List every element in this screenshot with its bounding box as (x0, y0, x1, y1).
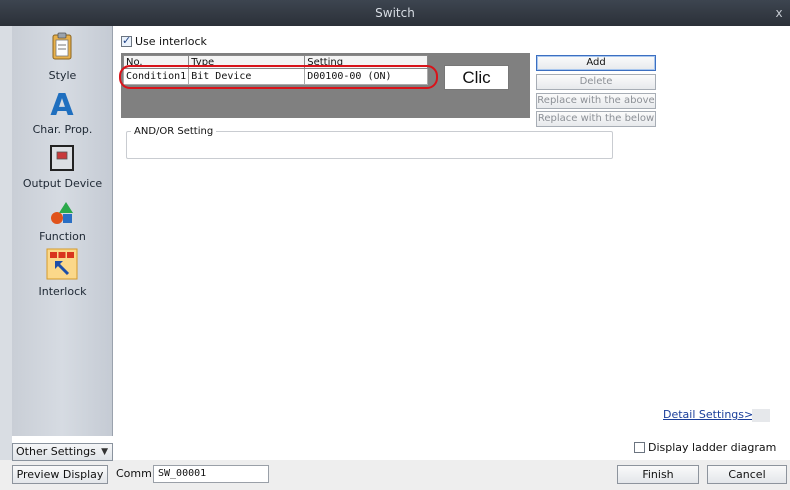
finish-button[interactable]: Finish (617, 465, 699, 484)
shapes-icon (51, 202, 73, 224)
detail-settings-pad (752, 409, 770, 422)
use-interlock-label: Use interlock (135, 35, 207, 48)
click-annotation: Clic (444, 65, 509, 90)
comm-label: Comm (116, 467, 152, 480)
sidebar-item-label: Interlock (38, 285, 87, 298)
sidebar-item-style[interactable]: Style (12, 30, 113, 88)
letter-a-icon: A (50, 88, 74, 120)
display-ladder-checkbox[interactable] (634, 442, 645, 453)
cancel-button[interactable]: Cancel (707, 465, 787, 484)
replace-above-button[interactable]: Replace with the above (536, 93, 656, 109)
sidebar-item-output-device[interactable]: Output Device (12, 140, 113, 196)
close-button[interactable]: x (770, 0, 788, 26)
delete-button[interactable]: Delete (536, 74, 656, 90)
other-settings-button[interactable]: Other Settings ▼ (12, 443, 113, 461)
andor-setting-label: AND/OR Setting (131, 126, 217, 137)
clipboard-icon (52, 32, 72, 60)
detail-settings-link[interactable]: Detail Settings>> (663, 408, 762, 421)
replace-below-button[interactable]: Replace with the below (536, 111, 656, 127)
window-title: Switch (375, 6, 415, 20)
title-bar: Switch x (0, 0, 790, 26)
sidebar-item-label: Function (39, 230, 86, 243)
use-interlock-checkbox[interactable] (121, 34, 132, 47)
sidebar: Style A Char. Prop. Output Device Functi… (12, 26, 113, 436)
sidebar-item-label: Output Device (22, 177, 103, 190)
add-button[interactable]: Add (536, 55, 656, 71)
sidebar-item-interlock[interactable]: Interlock (12, 246, 113, 306)
svg-text:A: A (50, 88, 74, 120)
display-ladder-label: Display ladder diagram (648, 441, 777, 454)
other-settings-label: Other Settings (16, 445, 96, 458)
sidebar-item-label: Char. Prop. (32, 123, 93, 136)
sidebar-item-label: Style (48, 69, 77, 82)
preview-display-button[interactable]: Preview Display (12, 465, 108, 484)
chevron-down-icon: ▼ (101, 447, 108, 457)
interlock-icon (46, 248, 78, 280)
output-device-icon (50, 145, 74, 171)
window-frame-left (0, 26, 12, 490)
comm-input[interactable]: SW_00001 (153, 465, 269, 483)
sidebar-item-char-prop[interactable]: A Char. Prop. (12, 88, 113, 140)
sidebar-item-function[interactable]: Function (12, 198, 113, 250)
highlight-annotation (119, 65, 438, 89)
